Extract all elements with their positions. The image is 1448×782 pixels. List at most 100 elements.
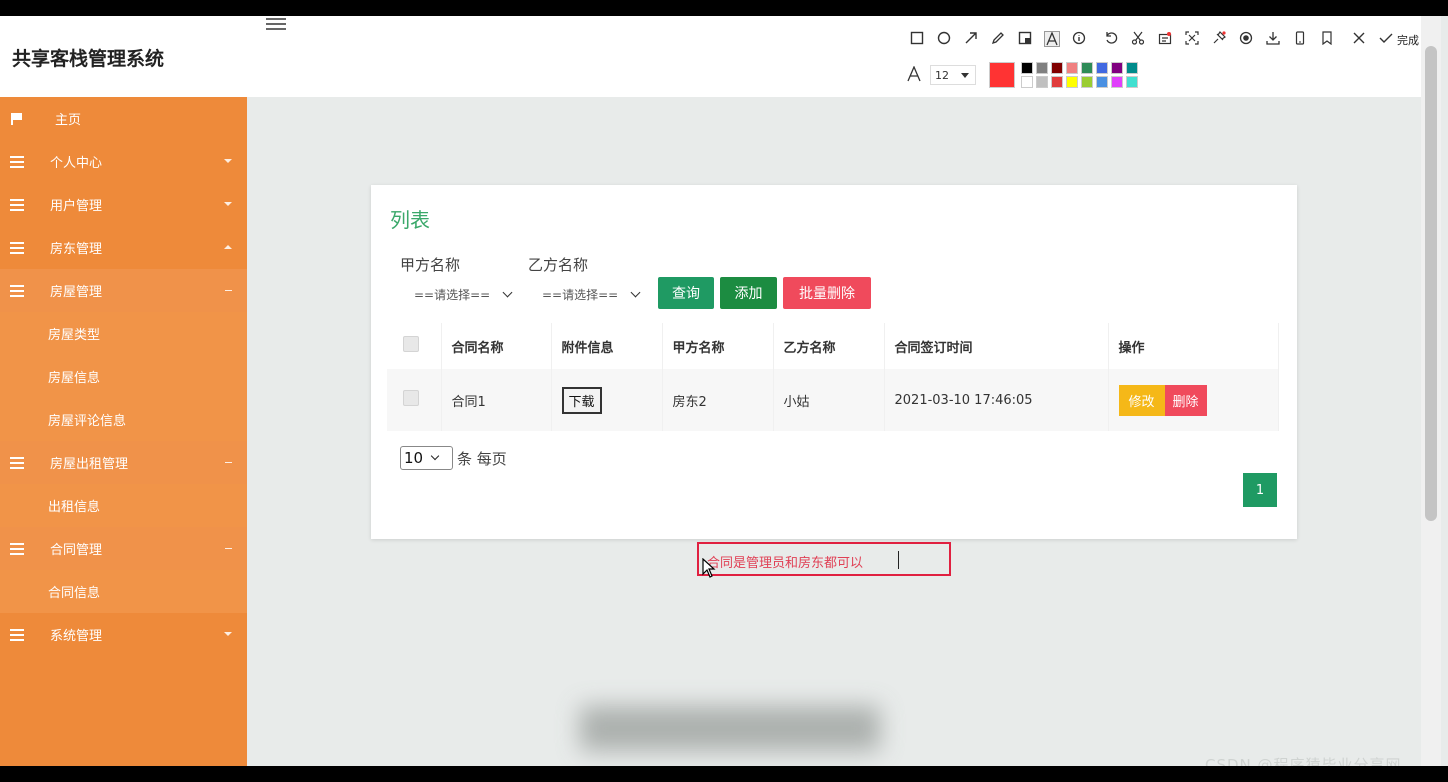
sidebar-item-label: 房屋信息: [48, 371, 101, 386]
chevron-down-icon: [224, 202, 232, 206]
sidebar-item-label: 用户管理: [50, 199, 103, 214]
column-header: 合同签订时间: [884, 323, 1109, 369]
delete-button[interactable]: 删除: [1164, 384, 1207, 416]
color-swatch[interactable]: [1036, 62, 1048, 74]
color-swatch[interactable]: [1051, 62, 1063, 74]
text-annotation-box[interactable]: 合同是管理员和房东都可以: [697, 542, 951, 576]
close-icon[interactable]: [1351, 31, 1367, 47]
done-button[interactable]: 完成: [1397, 32, 1419, 48]
color-swatch[interactable]: [1066, 62, 1078, 74]
ocr-icon[interactable]: [1157, 31, 1173, 47]
batch-delete-button[interactable]: 批量删除: [783, 277, 871, 309]
scrollbar-thumb[interactable]: [1425, 46, 1437, 521]
page-title: 列表: [390, 208, 430, 232]
current-color-swatch[interactable]: [989, 62, 1015, 88]
color-swatch[interactable]: [1126, 76, 1138, 88]
page-size-select[interactable]: 10: [400, 446, 453, 470]
mouse-cursor-icon: [702, 558, 716, 578]
chevron-down-icon: [224, 159, 232, 163]
color-swatch[interactable]: [1081, 76, 1093, 88]
select-all-checkbox[interactable]: [403, 336, 419, 352]
hamburger-menu-icon[interactable]: [266, 18, 286, 32]
color-swatch[interactable]: [1021, 76, 1033, 88]
text-tool-icon[interactable]: [1044, 31, 1060, 47]
font-size-value: 12: [935, 68, 949, 82]
contract-list-panel: 列表 甲方名称 乙方名称 ==请选择== ==请选择== 查询 添加 批量删除 …: [371, 185, 1297, 539]
sidebar-item-rental-management[interactable]: 房屋出租管理: [0, 441, 247, 484]
sidebar-item-label: 合同信息: [48, 586, 101, 601]
party-a-cell: 房东2: [662, 369, 774, 431]
color-swatch[interactable]: [1111, 62, 1123, 74]
sidebar-item-contract-info[interactable]: 合同信息: [0, 570, 247, 613]
page-size-value: 10: [404, 449, 424, 467]
pagination-page-button[interactable]: 1: [1243, 473, 1277, 507]
undo-icon[interactable]: [1103, 31, 1119, 47]
phone-icon[interactable]: [1292, 31, 1308, 47]
record-icon[interactable]: [1238, 31, 1254, 47]
arrow-tool-icon[interactable]: [963, 31, 979, 47]
list-icon: [10, 284, 24, 297]
party-b-select-value: ==请选择==: [542, 287, 619, 302]
bookmark-icon[interactable]: [1319, 31, 1335, 47]
color-swatch[interactable]: [1081, 62, 1093, 74]
sidebar-item-home[interactable]: 主页: [0, 97, 247, 140]
add-button[interactable]: 添加: [720, 277, 777, 309]
rectangle-tool-icon[interactable]: [909, 31, 925, 47]
color-swatch[interactable]: [1021, 62, 1033, 74]
download-icon[interactable]: [1265, 31, 1281, 47]
collapse-icon: [225, 548, 232, 549]
party-a-select[interactable]: ==请选择==: [414, 285, 513, 303]
sidebar-item-house-management[interactable]: 房屋管理: [0, 269, 247, 312]
blurred-region: [580, 706, 880, 751]
color-swatch[interactable]: [1126, 62, 1138, 74]
chevron-up-icon: [224, 245, 232, 249]
color-swatch[interactable]: [1051, 76, 1063, 88]
edit-button[interactable]: 修改: [1118, 384, 1165, 416]
color-swatch[interactable]: [1111, 76, 1123, 88]
query-button[interactable]: 查询: [658, 277, 714, 309]
sidebar-item-house-info[interactable]: 房屋信息: [0, 355, 247, 398]
vertical-scrollbar[interactable]: [1421, 16, 1441, 766]
column-header: 甲方名称: [662, 323, 774, 369]
sidebar-item-label: 房屋出租管理: [50, 457, 129, 472]
sidebar-item-label: 房东管理: [50, 242, 103, 257]
column-header: 附件信息: [551, 323, 663, 369]
pin-icon[interactable]: [1211, 31, 1227, 47]
scissors-icon[interactable]: [1130, 31, 1146, 47]
sidebar: 主页 个人中心 用户管理 房东管理 房屋管理 房屋类型 房屋信息 房屋评论信息 …: [0, 97, 247, 766]
app-title: 共享客栈管理系统: [12, 48, 165, 70]
check-icon[interactable]: [1378, 31, 1394, 47]
sidebar-item-label: 出租信息: [48, 500, 101, 515]
color-swatch[interactable]: [1096, 62, 1108, 74]
download-button[interactable]: 下载: [561, 386, 602, 414]
sidebar-item-personal-center[interactable]: 个人中心: [0, 140, 247, 183]
row-checkbox[interactable]: [403, 390, 419, 406]
attachment-cell: 下载: [551, 369, 663, 431]
text-caret: [898, 551, 899, 569]
app-window: 共享客栈管理系统 主页 个人中心 用户管理 房东管理 房屋管理 房屋类型 房屋信…: [0, 16, 1448, 766]
sidebar-item-label: 房屋类型: [48, 328, 101, 343]
ellipse-tool-icon[interactable]: [936, 31, 952, 47]
color-swatch[interactable]: [1036, 76, 1048, 88]
signed-at-cell: 2021-03-10 17:46:05: [884, 369, 1109, 431]
sidebar-item-landlord-management[interactable]: 房东管理: [0, 226, 247, 269]
font-size-select[interactable]: 12: [930, 65, 976, 85]
page-size-control: 10 条 每页: [400, 446, 507, 470]
column-header: 合同名称: [441, 323, 552, 369]
party-b-select[interactable]: ==请选择==: [542, 285, 641, 303]
pencil-tool-icon[interactable]: [990, 31, 1006, 47]
color-swatch[interactable]: [1066, 76, 1078, 88]
mosaic-tool-icon[interactable]: [1017, 31, 1033, 47]
sidebar-item-house-type[interactable]: 房屋类型: [0, 312, 247, 355]
chevron-down-icon: [630, 287, 641, 297]
sidebar-item-contract-management[interactable]: 合同管理: [0, 527, 247, 570]
color-swatch[interactable]: [1096, 76, 1108, 88]
sidebar-item-system-management[interactable]: 系统管理: [0, 613, 247, 656]
fullscreen-capture-icon[interactable]: [1184, 31, 1200, 47]
collapse-icon: [225, 290, 232, 291]
sidebar-item-house-comments[interactable]: 房屋评论信息: [0, 398, 247, 441]
info-icon[interactable]: [1071, 31, 1087, 47]
sidebar-item-rental-info[interactable]: 出租信息: [0, 484, 247, 527]
column-header: 乙方名称: [773, 323, 885, 369]
sidebar-item-user-management[interactable]: 用户管理: [0, 183, 247, 226]
